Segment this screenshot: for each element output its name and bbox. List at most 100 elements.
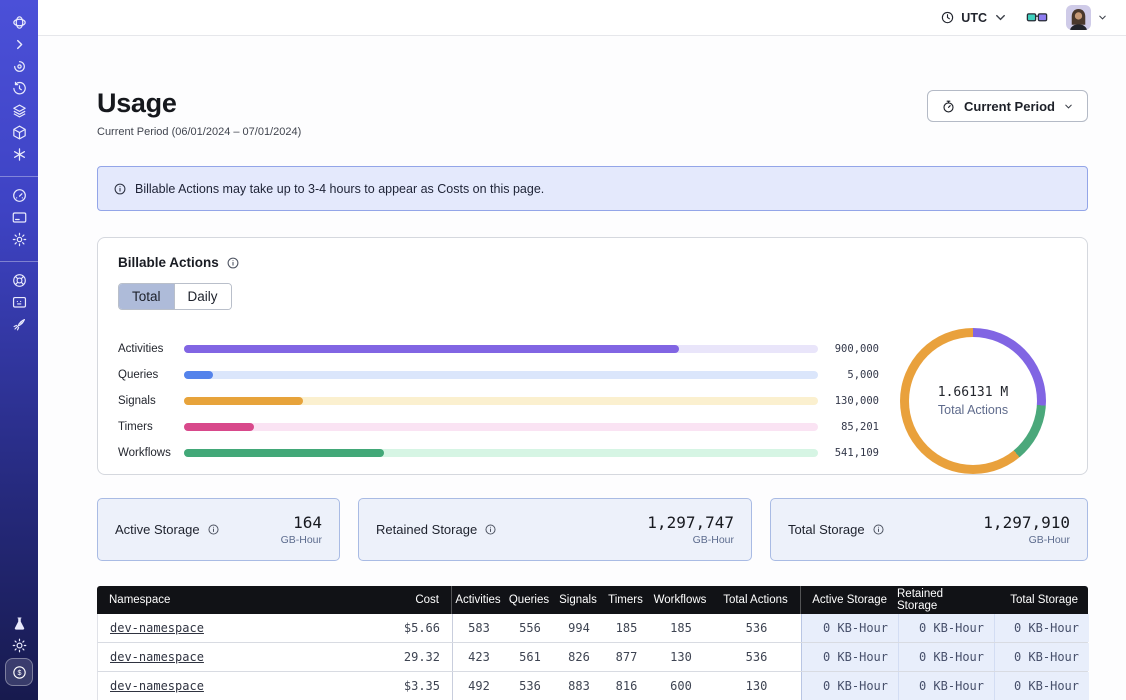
table-cell: 883: [555, 672, 603, 700]
lifebuoy-icon[interactable]: [8, 271, 30, 289]
bar-value: 541,109: [827, 447, 879, 459]
table-cell: $3.35: [298, 672, 453, 700]
content: Usage Current Period (06/01/2024 – 07/01…: [38, 36, 1126, 700]
donut-total-label: Total Actions: [938, 403, 1008, 417]
avatar: [1066, 5, 1091, 30]
table-cell: 994: [555, 614, 603, 642]
table-header-cell: Namespace: [97, 586, 297, 614]
temporal-logo-icon[interactable]: [8, 13, 30, 31]
info-icon[interactable]: [207, 523, 220, 536]
storage-card-value-block: 1,297,910 GB-Hour: [983, 513, 1070, 546]
expand-chevron-icon[interactable]: [8, 35, 30, 53]
table-header-cell: Total Actions: [711, 586, 801, 614]
asterisk-icon[interactable]: [8, 145, 30, 163]
table-cell: dev-namespace: [98, 672, 298, 700]
flask-icon[interactable]: [8, 614, 30, 632]
credit-card-icon[interactable]: [8, 208, 30, 226]
table-cell: 0 KB-Hour: [802, 614, 898, 642]
monitor-icon[interactable]: [8, 293, 30, 311]
tab-total[interactable]: Total: [119, 284, 174, 309]
storage-card-unit: GB-Hour: [983, 534, 1070, 546]
bar-row-activities: Activities 900,000: [118, 336, 879, 362]
user-menu[interactable]: [1066, 5, 1108, 30]
table-header-cell: Cost: [297, 586, 452, 614]
table-row: dev-namespace$5.665835569941851855360 KB…: [97, 614, 1088, 643]
info-icon[interactable]: [484, 523, 497, 536]
table-header-cell: Retained Storage: [897, 586, 993, 614]
table-cell: 130: [712, 672, 802, 700]
table-header-cell: Timers: [602, 586, 649, 614]
table-header-row: NamespaceCostActivitiesQueriesSignalsTim…: [97, 586, 1088, 614]
table-cell: 0 KB-Hour: [994, 643, 1089, 671]
table-cell: 492: [453, 672, 505, 700]
namespaces-icon[interactable]: [8, 57, 30, 75]
storage-card-label-text: Active Storage: [115, 522, 200, 537]
period-selector-button[interactable]: Current Period: [927, 90, 1088, 122]
bar-fill: [184, 371, 213, 379]
table-cell: $5.66: [298, 614, 453, 642]
info-icon[interactable]: [872, 523, 885, 536]
namespace-link[interactable]: dev-namespace: [110, 621, 204, 635]
timezone-selector[interactable]: UTC: [940, 10, 1008, 25]
storage-card-value-block: 164GB-Hour: [281, 513, 322, 546]
storage-card-value: 1,297,910: [983, 513, 1070, 532]
table-cell: 130: [650, 643, 712, 671]
active-storage-card: Active Storage 164GB-Hour: [97, 498, 340, 561]
cube-icon[interactable]: [8, 123, 30, 141]
table-cell: 185: [650, 614, 712, 642]
bar-label: Timers: [118, 421, 184, 433]
bar-value: 85,201: [827, 421, 879, 433]
namespace-link[interactable]: dev-namespace: [110, 679, 204, 693]
table-cell: 0 KB-Hour: [802, 643, 898, 671]
bar-row-signals: Signals130,000: [118, 388, 879, 414]
dollar-coin-icon[interactable]: $: [5, 658, 33, 686]
sun-icon[interactable]: [8, 636, 30, 654]
table-cell: 185: [603, 614, 650, 642]
billable-bars-chart: Activities 900,000 Queries 5,000 Signals130,…: [118, 336, 879, 466]
rocket-icon[interactable]: [8, 315, 30, 333]
table-cell: 583: [453, 614, 505, 642]
table-cell: 826: [555, 643, 603, 671]
table-cell: 600: [650, 672, 712, 700]
timezone-label: UTC: [961, 11, 987, 25]
table-cell: 0 KB-Hour: [898, 672, 994, 700]
table-header-cell: Signals: [554, 586, 602, 614]
demo-glasses-icon[interactable]: [1026, 9, 1048, 27]
table-cell: 0 KB-Hour: [802, 672, 898, 700]
tab-daily[interactable]: Daily: [174, 284, 231, 309]
page-title: Usage: [97, 88, 301, 119]
table-cell: 536: [712, 614, 802, 642]
gear-icon[interactable]: [8, 230, 30, 248]
info-icon[interactable]: [226, 256, 240, 270]
table-cell: 536: [505, 672, 555, 700]
storage-card-label: Active Storage: [115, 522, 220, 537]
chevron-down-icon: [1097, 12, 1108, 23]
total-storage-card: Total Storage1,297,910GB-Hour: [770, 498, 1088, 561]
main-area: UTC Usage Current Period (06/01/2024 – 0…: [38, 0, 1126, 700]
namespace-usage-table: NamespaceCostActivitiesQueriesSignalsTim…: [97, 586, 1088, 700]
bar-row-workflows: Workflows541,109: [118, 440, 879, 466]
storage-card-value: 1,297,747: [647, 513, 734, 532]
bar-value: 900,000: [827, 343, 879, 355]
storage-card-label-text: Retained Storage: [376, 522, 477, 537]
storage-card-label: Retained Storage: [376, 522, 497, 537]
info-icon: [113, 182, 127, 196]
table-cell: 561: [505, 643, 555, 671]
history-clock-icon[interactable]: [8, 79, 30, 97]
bar-track: [184, 345, 818, 353]
sidebar-divider: [0, 261, 38, 262]
storage-summary-row: Active Storage 164GB-Hour Retained Storage…: [97, 498, 1088, 561]
billable-actions-title: Billable Actions: [118, 255, 219, 270]
table-cell: 556: [505, 614, 555, 642]
bar-value: 5,000: [827, 369, 879, 381]
sidebar: $: [0, 0, 38, 700]
gauge-icon[interactable]: [8, 186, 30, 204]
namespace-link[interactable]: dev-namespace: [110, 650, 204, 664]
layers-icon[interactable]: [8, 101, 30, 119]
table-cell: 0 KB-Hour: [898, 643, 994, 671]
bar-label: Activities: [118, 343, 184, 355]
info-banner: Billable Actions may take up to 3-4 hour…: [97, 166, 1088, 211]
table-row: dev-namespace29.324235618268771305360 KB…: [97, 643, 1088, 672]
bar-label: Queries: [118, 369, 184, 381]
table-cell: dev-namespace: [98, 614, 298, 642]
